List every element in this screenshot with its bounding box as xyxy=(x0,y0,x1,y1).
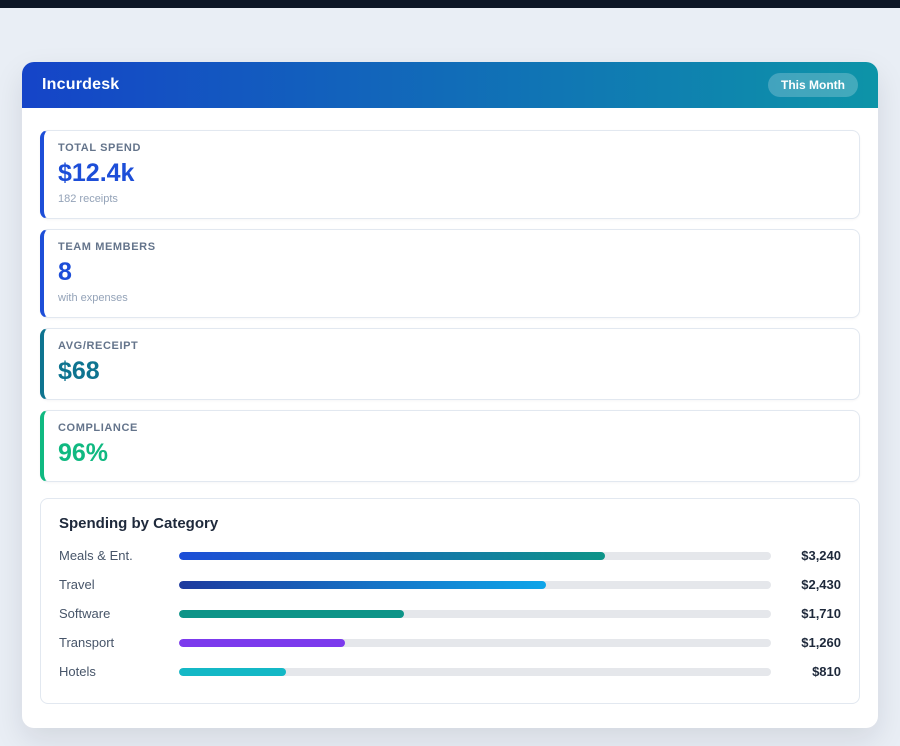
category-row-travel: Travel $2,430 xyxy=(59,577,841,592)
category-bar-track xyxy=(179,552,771,560)
stat-label: TOTAL SPEND xyxy=(58,142,845,154)
stat-value: 8 xyxy=(58,258,845,287)
stat-value: $68 xyxy=(58,357,845,386)
category-row-meals: Meals & Ent. $3,240 xyxy=(59,548,841,563)
category-label: Travel xyxy=(59,577,179,592)
category-label: Meals & Ent. xyxy=(59,548,179,563)
stat-card-team-members: TEAM MEMBERS 8 with expenses xyxy=(40,229,860,318)
spending-by-category-panel: Spending by Category Meals & Ent. $3,240… xyxy=(40,498,860,704)
dashboard-card: Incurdesk This Month TOTAL SPEND $12.4k … xyxy=(22,62,878,728)
stat-subtext: with expenses xyxy=(58,292,845,304)
category-label: Transport xyxy=(59,635,179,650)
period-badge[interactable]: This Month xyxy=(768,73,858,97)
category-label: Hotels xyxy=(59,664,179,679)
category-bar-fill xyxy=(179,552,605,560)
category-bar-track xyxy=(179,610,771,618)
category-value: $810 xyxy=(771,664,841,679)
app-header: Incurdesk This Month xyxy=(22,62,878,108)
category-bar-fill xyxy=(179,581,546,589)
category-value: $1,710 xyxy=(771,606,841,621)
stat-card-compliance: COMPLIANCE 96% xyxy=(40,410,860,482)
category-value: $3,240 xyxy=(771,548,841,563)
stat-subtext: 182 receipts xyxy=(58,193,845,205)
category-bar-track xyxy=(179,639,771,647)
top-strip xyxy=(0,0,900,8)
panel-title: Spending by Category xyxy=(59,515,841,532)
stat-card-avg-receipt: AVG/RECEIPT $68 xyxy=(40,328,860,400)
stat-value: $12.4k xyxy=(58,159,845,188)
stat-label: COMPLIANCE xyxy=(58,422,845,434)
category-row-transport: Transport $1,260 xyxy=(59,635,841,650)
category-label: Software xyxy=(59,606,179,621)
category-bar-track xyxy=(179,668,771,676)
stat-label: TEAM MEMBERS xyxy=(58,241,845,253)
category-bar-fill xyxy=(179,639,345,647)
app-title: Incurdesk xyxy=(42,76,119,94)
category-value: $2,430 xyxy=(771,577,841,592)
category-row-hotels: Hotels $810 xyxy=(59,664,841,679)
category-bar-fill xyxy=(179,610,404,618)
category-row-software: Software $1,710 xyxy=(59,606,841,621)
stat-value: 96% xyxy=(58,439,845,468)
category-value: $1,260 xyxy=(771,635,841,650)
dashboard-body: TOTAL SPEND $12.4k 182 receipts TEAM MEM… xyxy=(22,108,878,728)
category-bar-fill xyxy=(179,668,286,676)
category-bar-track xyxy=(179,581,771,589)
stat-card-total-spend: TOTAL SPEND $12.4k 182 receipts xyxy=(40,130,860,219)
stat-label: AVG/RECEIPT xyxy=(58,340,845,352)
